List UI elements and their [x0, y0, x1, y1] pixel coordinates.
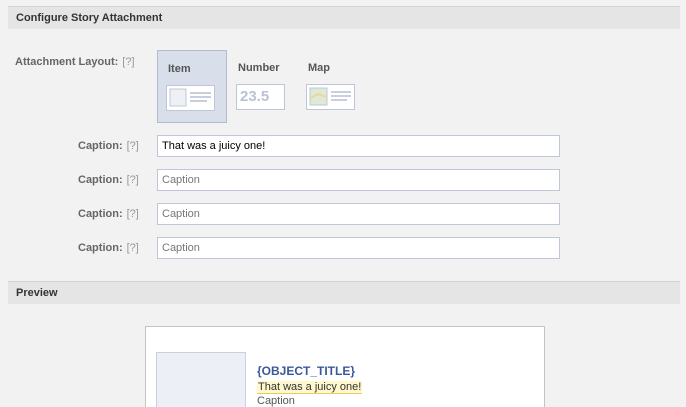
layout-option-label: Map — [308, 62, 330, 74]
caption-label: Caption: [?] — [78, 174, 139, 186]
help-link[interactable]: [?] — [122, 56, 134, 68]
preview-thumbnail — [156, 352, 246, 407]
story-preview-box: {OBJECT_TITLE} That was a juicy one! Cap… — [145, 326, 545, 407]
caption-input-3[interactable] — [157, 203, 560, 225]
preview-object-title: {OBJECT_TITLE} — [257, 364, 356, 378]
configure-title: Configure Story Attachment — [16, 12, 163, 24]
caption-input-4[interactable] — [157, 237, 560, 259]
layout-option-item[interactable]: Item — [157, 50, 227, 123]
help-link[interactable]: [?] — [127, 208, 139, 220]
layout-option-label: Item — [168, 63, 191, 75]
help-link[interactable]: [?] — [127, 174, 139, 186]
number-thumb-text: 23.5 — [240, 88, 270, 105]
caption-label: Caption: [?] — [78, 208, 139, 220]
configure-section-header: Configure Story Attachment — [8, 6, 680, 29]
item-layout-thumbnail-icon — [166, 85, 215, 111]
caption-input-2[interactable] — [157, 169, 560, 191]
preview-caption: Caption — [257, 395, 295, 407]
help-link[interactable]: [?] — [127, 242, 139, 254]
map-layout-thumbnail-icon — [306, 84, 355, 110]
layout-option-number[interactable]: Number 23.5 — [228, 50, 298, 123]
layout-option-label: Number — [238, 62, 280, 74]
caption-label: Caption: [?] — [78, 242, 139, 254]
preview-section-header: Preview — [8, 281, 680, 304]
layout-option-map[interactable]: Map — [298, 50, 368, 123]
caption-label: Caption: [?] — [78, 140, 139, 152]
attachment-layout-label: Attachment Layout: [?] — [15, 56, 135, 68]
help-link[interactable]: [?] — [127, 140, 139, 152]
number-layout-thumbnail-icon: 23.5 — [236, 84, 285, 110]
preview-title: Preview — [16, 287, 58, 299]
preview-caption-highlighted: That was a juicy one! — [257, 381, 363, 394]
caption-input-1[interactable] — [157, 135, 560, 157]
